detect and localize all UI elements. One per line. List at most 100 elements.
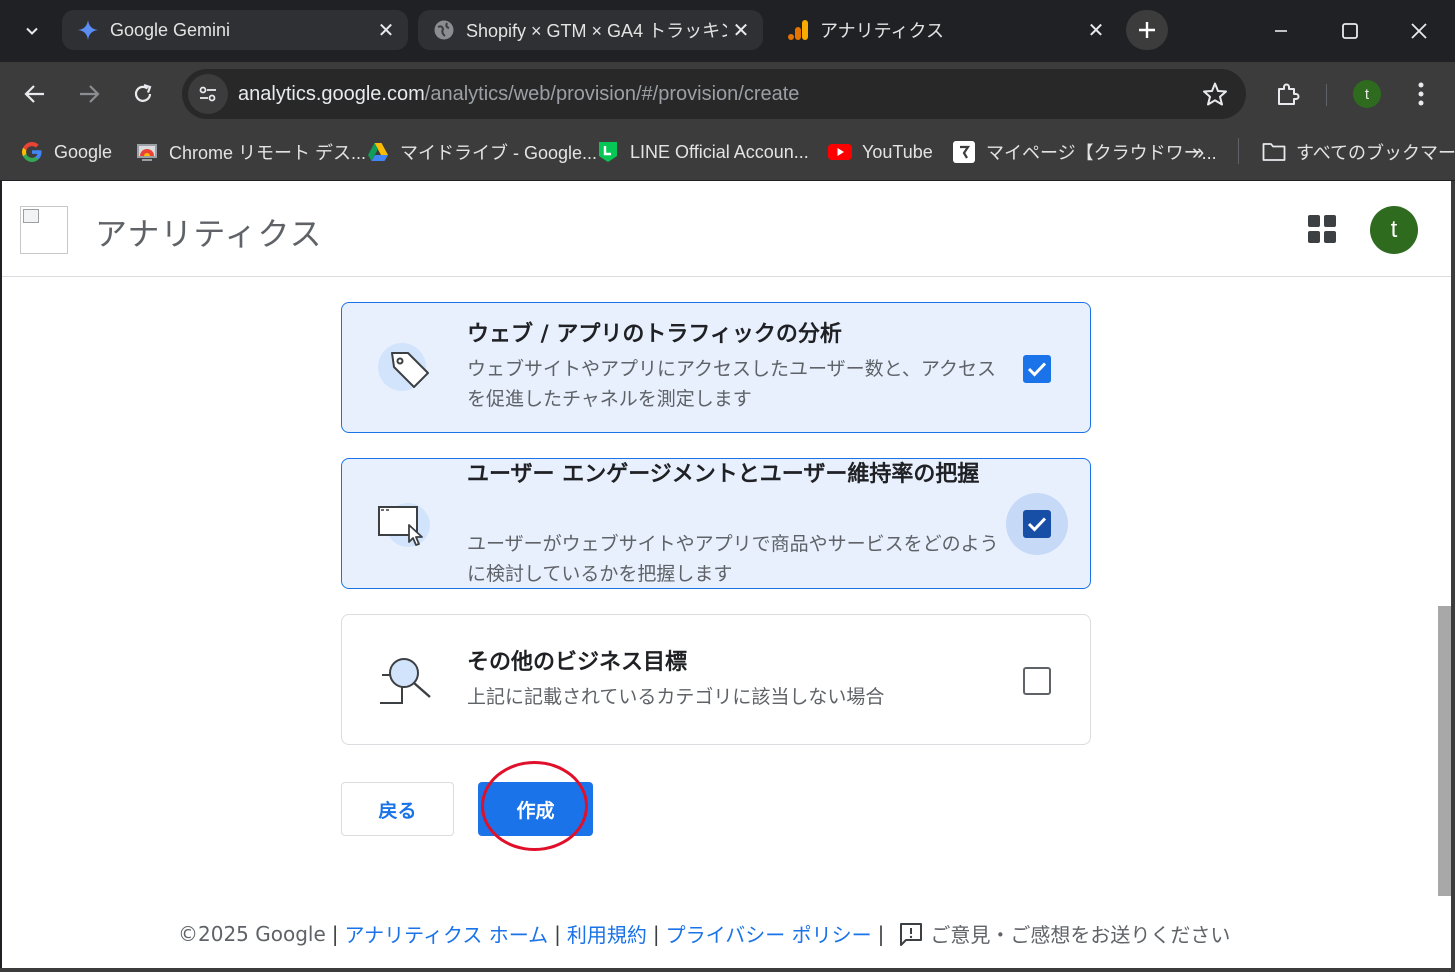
apps-grid-icon[interactable] [1308, 215, 1336, 243]
chrome-remote-icon [135, 140, 159, 164]
annotation-circle [481, 761, 588, 851]
check-icon [1027, 362, 1047, 377]
close-icon[interactable]: ✕ [727, 16, 755, 44]
close-window-button[interactable] [1399, 12, 1439, 50]
bookmark-label: LINE Official Accoun... [630, 141, 809, 162]
tab-gemini[interactable]: Google Gemini ✕ [62, 10, 408, 50]
address-bar[interactable]: analytics.google.com/analytics/web/provi… [182, 69, 1246, 119]
page-content: アナリティクス t ウェブ / アプリのトラフィックの分析 ウェブサイトやアプリ… [2, 181, 1453, 970]
tab-title: Google Gemini [110, 19, 231, 40]
tab-shopify[interactable]: Shopify × GTM × GA4 トラッキン ✕ [418, 10, 763, 50]
tab-search-button[interactable] [12, 12, 52, 50]
window-border [0, 968, 1455, 972]
objective-title: ユーザー エンゲージメントとユーザー維持率の把握 [467, 462, 980, 487]
minimize-button[interactable] [1261, 12, 1301, 50]
reload-button[interactable] [123, 74, 163, 114]
objective-card-other[interactable]: その他のビジネス目標 上記に記載されているカテゴリに該当しない場合 [341, 614, 1091, 745]
objective-description: 上記に記載されているカテゴリに該当しない場合 [467, 686, 885, 708]
window-border [1451, 181, 1455, 972]
page-title: アナリティクス [95, 215, 323, 253]
bookmark-crowdworks[interactable]: マイページ【クラウドワー... [952, 137, 1217, 167]
close-icon[interactable]: ✕ [1082, 16, 1110, 44]
puzzle-icon [1278, 83, 1300, 105]
close-icon[interactable]: ✕ [372, 16, 400, 44]
bookmark-label: マイページ【クラウドワー... [986, 143, 1217, 163]
line-icon [596, 140, 620, 164]
footer-separator: | [331, 921, 339, 946]
tab-strip: Google Gemini ✕ Shopify × GTM × GA4 トラッキ… [0, 0, 1455, 62]
back-button[interactable]: 戻る [341, 782, 454, 836]
globe-icon [432, 18, 456, 42]
all-bookmarks-button[interactable]: すべてのブックマーク [1262, 137, 1455, 167]
footer-separator: | [877, 921, 885, 946]
toolbar-divider [1326, 84, 1327, 106]
analytics-home-link[interactable]: アナリティクス ホーム [345, 919, 549, 948]
reload-icon [134, 83, 152, 102]
bookmark-chrome-remote[interactable]: Chrome リモート デス... [135, 137, 366, 167]
avatar[interactable]: t [1370, 206, 1418, 254]
objective-checkbox[interactable] [1023, 510, 1051, 538]
scrollbar-thumb[interactable] [1438, 606, 1452, 896]
crowdworks-icon [952, 140, 976, 164]
avatar: t [1353, 80, 1381, 108]
more-bookmarks-label: » [1192, 139, 1205, 164]
broken-logo-image [20, 206, 68, 254]
arrow-right-icon [80, 85, 100, 103]
footer-separator: | [652, 921, 660, 946]
bookmark-label: Google [54, 141, 113, 162]
bookmark-google[interactable]: Google [20, 137, 112, 167]
menu-button[interactable] [1401, 74, 1441, 114]
maximize-button[interactable] [1330, 12, 1370, 50]
gemini-icon [76, 18, 100, 42]
minimize-icon [1275, 30, 1287, 32]
url-path: /analytics/web/provision/#/provision/cre… [424, 82, 800, 105]
new-tab-button[interactable] [1126, 10, 1168, 50]
tab-title: Shopify × GTM × GA4 トラッキン [466, 21, 727, 41]
bookmark-youtube[interactable]: YouTube [828, 137, 933, 167]
arrow-left-icon [24, 85, 44, 103]
bookmark-star-icon[interactable] [1202, 81, 1228, 107]
app-header: アナリティクス t [2, 181, 1453, 277]
back-button[interactable] [15, 74, 55, 114]
youtube-icon [828, 140, 852, 164]
objective-checkbox[interactable] [1023, 667, 1051, 695]
bookmark-label: Chrome リモート デス... [169, 143, 367, 163]
feedback-icon[interactable] [898, 921, 924, 947]
more-bookmarks-button[interactable]: » [1192, 137, 1204, 167]
google-icon [20, 140, 44, 164]
feedback-link[interactable]: ご意見・ご感想をお送りください [930, 919, 1230, 948]
objective-card-traffic[interactable]: ウェブ / アプリのトラフィックの分析 ウェブサイトやアプリにアクセスしたユーザ… [341, 302, 1091, 433]
terms-link[interactable]: 利用規約 [567, 919, 647, 948]
bookmark-label: マイドライブ - Google... [400, 143, 598, 163]
folder-icon [1262, 140, 1286, 164]
objective-title: その他のビジネス目標 [467, 650, 688, 675]
copyright-text: ©2025 Google [178, 921, 326, 946]
bookmark-drive[interactable]: マイドライブ - Google... [366, 137, 597, 167]
tab-title: アナリティクス [820, 21, 945, 41]
tag-icon [376, 337, 436, 397]
objective-description: ウェブサイトやアプリにアクセスしたユーザー数と、アクセスを促進したチャネルを測定… [467, 358, 996, 410]
tab-analytics[interactable]: アナリティクス ✕ [772, 10, 1118, 50]
browser-window: Google Gemini ✕ Shopify × GTM × GA4 トラッキ… [0, 0, 1455, 972]
site-info-button[interactable] [188, 74, 228, 114]
url-host: analytics.google.com [238, 82, 425, 105]
bookmark-label: YouTube [862, 141, 933, 162]
url-text[interactable]: analytics.google.com/analytics/web/provi… [238, 83, 799, 106]
check-icon [1027, 517, 1047, 532]
privacy-link[interactable]: プライバシー ポリシー [666, 919, 872, 948]
browser-toolbar: analytics.google.com/analytics/web/provi… [0, 62, 1455, 126]
plus-icon [1139, 22, 1155, 38]
magnifier-icon [376, 651, 436, 711]
browser-cursor-icon [376, 495, 436, 555]
forward-button[interactable] [69, 74, 109, 114]
objective-card-engagement[interactable]: ユーザー エンゲージメントとユーザー維持率の把握 ユーザーがウェブサイトやアプリ… [341, 458, 1091, 589]
bookmarks-divider [1238, 138, 1239, 164]
maximize-icon [1342, 23, 1358, 39]
more-vert-icon [1418, 82, 1424, 106]
extensions-button[interactable] [1268, 74, 1308, 114]
tune-icon [199, 86, 216, 102]
bookmark-line[interactable]: LINE Official Accoun... [596, 137, 809, 167]
objective-checkbox[interactable] [1023, 355, 1051, 383]
profile-button[interactable]: t [1347, 74, 1387, 114]
close-icon [1411, 23, 1427, 39]
